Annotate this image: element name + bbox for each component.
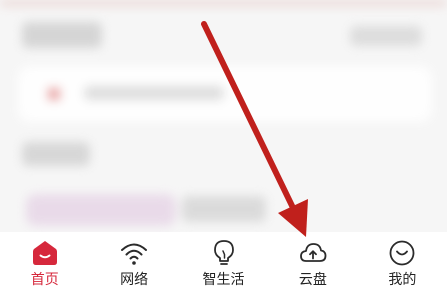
tab-smart-life-label: 智生活 (202, 272, 245, 288)
profile-icon (387, 238, 417, 268)
blurred-heading (22, 22, 102, 48)
lightbulb-icon (209, 238, 239, 268)
tab-home[interactable]: 首页 (0, 232, 89, 296)
tab-profile[interactable]: 我的 (358, 232, 447, 296)
tab-smart-life[interactable]: 智生活 (179, 232, 268, 296)
blurred-link (350, 26, 422, 46)
blurred-tile (26, 194, 176, 226)
tab-home-label: 首页 (30, 272, 59, 288)
blurred-banner-text (84, 86, 224, 100)
top-strip (0, 0, 447, 6)
wifi-icon (119, 238, 149, 268)
blurred-banner (18, 66, 432, 122)
home-icon (30, 238, 60, 268)
tab-network[interactable]: 网络 (89, 232, 178, 296)
blurred-section-title (22, 142, 90, 166)
tab-cloud-drive[interactable]: 云盘 (268, 232, 357, 296)
bottom-tab-bar: 首页 网络 智生活 云盘 我的 (0, 232, 447, 296)
blurred-banner-icon (48, 88, 60, 100)
tab-profile-label: 我的 (388, 272, 417, 288)
cloud-upload-icon (298, 238, 328, 268)
tab-cloud-drive-label: 云盘 (298, 272, 327, 288)
blurred-tile-text (182, 196, 266, 222)
app-screen: 首页 网络 智生活 云盘 我的 (0, 0, 447, 296)
tab-network-label: 网络 (120, 272, 149, 288)
blurred-content (0, 0, 447, 232)
